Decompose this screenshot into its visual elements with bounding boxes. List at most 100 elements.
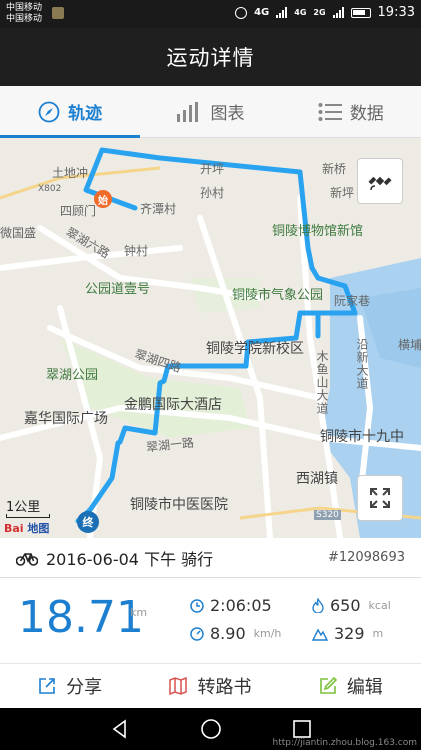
tab-track-label: 轨迹 (68, 104, 103, 124)
distance-unit: km (130, 606, 148, 619)
back-icon[interactable] (110, 719, 130, 739)
duration-value: 2:06:05 (210, 596, 272, 615)
tab-bar: 轨迹 图表 数据 (0, 86, 421, 138)
speed-unit: km/h (253, 627, 282, 640)
map-label-hospital: 铜陵市中医医院 (130, 497, 228, 513)
share-label: 分享 (66, 677, 103, 698)
map-label-xinqiao: 新桥 (322, 162, 347, 176)
speedometer-icon (190, 626, 204, 641)
tab-chart-label: 图表 (210, 104, 245, 124)
map-label-nineteen: 铜陵市十九中 (320, 429, 404, 445)
network-type-1: 4G (254, 7, 270, 18)
map-label-jiahua: 嘉华国际广场 (24, 411, 108, 427)
page-title: 运动详情 (166, 46, 255, 70)
satellite-icon (368, 176, 392, 191)
map-label-xinping: 新坪 (330, 186, 355, 200)
workout-header: 2016-06-04 下午 骑行 #12098693 (0, 538, 421, 578)
duration-stat: 2:06:05 (190, 596, 272, 615)
mountain-icon (312, 628, 328, 641)
system-nav-bar: http://jiantin.zhou.blog.163.com (0, 708, 421, 750)
record-id: #12098693 (327, 550, 405, 565)
provider-name: Bai (4, 522, 24, 535)
map-label-s320: S320 (314, 510, 341, 520)
route-map[interactable]: 土地冲 X802 四顾门 齐潭村 开坪 孙村 新桥 新坪 微国盛 翠湖六路 钟村… (0, 138, 421, 538)
tab-track[interactable]: 轨迹 (0, 86, 141, 138)
tab-data-label: 数据 (349, 104, 384, 124)
map-label-cuihugongyuan: 翠湖公园 (46, 368, 99, 383)
roadbook-icon (169, 677, 188, 695)
speed-value: 8.90 (210, 624, 246, 643)
edit-label: 编辑 (346, 677, 383, 698)
tab-data[interactable]: 数据 (281, 86, 421, 137)
start-marker[interactable]: 始 (94, 190, 112, 208)
network-type-2: 4G (294, 8, 307, 17)
signal-icon (276, 7, 288, 18)
map-label-xihuzhen: 西湖镇 (296, 471, 338, 487)
home-icon[interactable] (200, 718, 222, 740)
flame-icon (312, 598, 324, 613)
map-scale-bar (6, 514, 50, 518)
carrier-1: 中国移动 (6, 3, 43, 13)
expand-icon (370, 488, 390, 508)
map-label-ruanjiaxiang: 阮家巷 (334, 294, 371, 308)
notification-app-icon (52, 7, 64, 19)
edit-icon (320, 677, 337, 694)
map-label-qitancun: 齐潭村 (140, 202, 177, 216)
map-label-yanxindadao: 沿新大道 (355, 338, 369, 390)
end-marker[interactable]: 终 (77, 511, 99, 533)
calories-unit: kcal (368, 599, 391, 612)
map-label-hotel: 金鹏国际大酒店 (124, 397, 222, 413)
roadbook-button[interactable]: 转路书 (140, 665, 280, 707)
calories-value: 650 (330, 596, 361, 615)
bar-chart-icon (177, 101, 199, 122)
map-label-hengpu: 横埔 (398, 338, 421, 352)
map-label-simenting: 四顾门 (60, 204, 97, 218)
bicycle-icon (16, 552, 38, 566)
climb-stat: 329 m (312, 624, 383, 643)
map-label-x802: X802 (38, 184, 62, 194)
climb-unit: m (372, 627, 384, 640)
map-label-weather: 铜陵市气象公园 (232, 288, 324, 303)
carrier-info: 中国移动 中国移动 (6, 3, 42, 25)
map-label-gongyuandao: 公园道壹号 (85, 282, 151, 297)
title-bar: 运动详情 (0, 28, 421, 86)
map-label-weiguosheng: 微国盛 (0, 226, 37, 240)
carrier-2: 中国移动 (6, 14, 43, 24)
clock-icon (190, 598, 204, 613)
workout-date-type: 2016-06-04 下午 骑行 (46, 549, 214, 569)
share-button[interactable]: 分享 (0, 665, 140, 707)
satellite-toggle-button[interactable] (357, 158, 403, 204)
signal-icon-2 (332, 7, 344, 18)
start-marker-label: 始 (98, 195, 108, 207)
watermark: http://jiantin.zhou.blog.163.com (272, 738, 417, 748)
map-label-college: 铜陵学院新校区 (206, 341, 304, 357)
provider-suffix: 地图 (27, 522, 50, 535)
map-label-tudichong: 土地冲 (52, 166, 89, 180)
map-label-mushandadao: 木鱼山大道 (315, 350, 329, 415)
map-label-kaigang: 开坪 (200, 162, 225, 176)
map-label-museum: 铜陵博物馆新馆 (272, 224, 364, 239)
end-marker-label: 终 (82, 516, 94, 529)
network-type-3: 2G (313, 8, 326, 17)
edit-button[interactable]: 编辑 (281, 665, 421, 707)
action-bar: 分享 转路书 编辑 (0, 665, 421, 707)
map-provider-logo: Bai 地图 (4, 520, 49, 536)
workout-stats: 18.71 km 2:06:05 8.90 km/h 650 kcal 329 … (0, 580, 421, 664)
tab-chart[interactable]: 图表 (140, 86, 280, 137)
map-scale-label: 1公里 (6, 500, 41, 515)
recents-icon[interactable] (292, 719, 312, 739)
climb-value: 329 (334, 624, 365, 643)
calories-stat: 650 kcal (312, 596, 391, 615)
battery-icon (350, 7, 371, 18)
clock: 19:33 (377, 5, 415, 20)
status-right: 4G 4G 2G 19:33 (235, 5, 415, 20)
map-label-sunchun: 孙村 (200, 186, 225, 200)
list-icon (318, 102, 342, 121)
map-label-zhongcun: 钟村 (124, 244, 149, 258)
speed-stat: 8.90 km/h (190, 624, 281, 643)
fullscreen-button[interactable] (357, 475, 403, 521)
status-bar: 中国移动 中国移动 4G 4G 2G 19:33 (0, 0, 421, 28)
roadbook-label: 转路书 (197, 677, 252, 698)
share-icon (39, 678, 55, 694)
alarm-icon (235, 6, 248, 19)
